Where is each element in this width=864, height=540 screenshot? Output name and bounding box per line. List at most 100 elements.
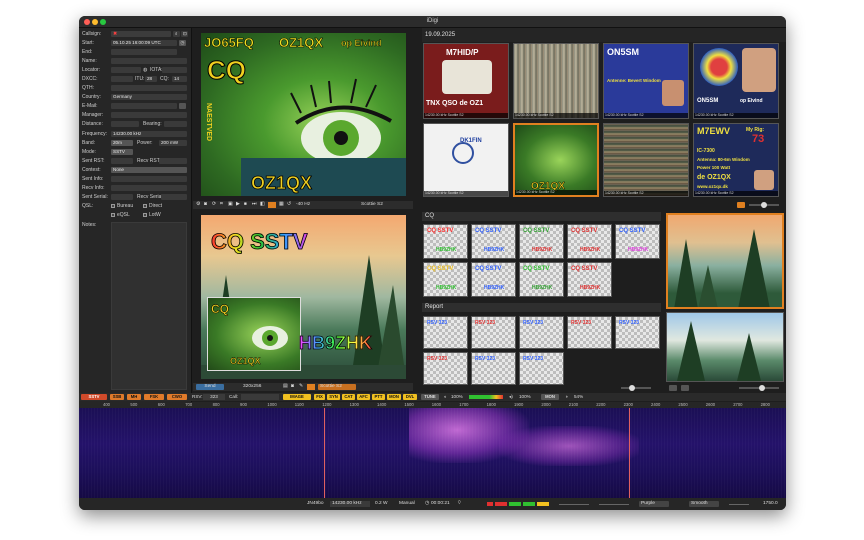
history-item-1[interactable]: M7HID/P TNX QSO de OZ1 14230.00 kHz Scot… xyxy=(423,43,509,119)
report-template-item[interactable]: RSV 323 xyxy=(567,316,612,349)
camera-icon[interactable]: ◙ xyxy=(204,201,207,209)
mode-sstv-button[interactable]: SSTV xyxy=(81,394,107,400)
tx-list-zoom-slider[interactable] xyxy=(739,385,779,391)
qsl-bureau-checkbox[interactable]: Bureau xyxy=(111,203,133,209)
contrast-slider[interactable] xyxy=(599,504,629,505)
auto-button[interactable] xyxy=(268,202,276,208)
history-item-7[interactable]: 14230.00 kHz Scottie S2 xyxy=(603,123,689,197)
tx-image-list-item-2[interactable] xyxy=(666,312,784,382)
recv-info-field[interactable] xyxy=(111,185,187,191)
slant-icon[interactable]: ◧ xyxy=(260,201,265,209)
report-template-item[interactable]: RSV 323 xyxy=(471,352,516,385)
mon-toggle-button[interactable]: MON xyxy=(387,394,401,400)
mon-button[interactable]: MON xyxy=(541,394,559,400)
settings-icon[interactable]: ⚙ xyxy=(196,201,200,209)
report-template-item[interactable]: RSV 323 xyxy=(615,316,660,349)
status-frequency[interactable]: 14230.00 kHz xyxy=(330,501,370,507)
history-item-6[interactable]: OZ1QX 14230.00 kHz Scottie S2 xyxy=(513,123,599,197)
rsv-field[interactable]: 323 xyxy=(203,394,225,400)
tx-camera-icon[interactable]: ◙ xyxy=(291,383,294,391)
email-field[interactable] xyxy=(111,103,177,109)
name-field[interactable] xyxy=(111,58,187,64)
itu-field[interactable]: 28 xyxy=(145,76,157,82)
send-button[interactable]: Send xyxy=(196,384,224,390)
cq-template-item[interactable]: CQ SSTV HB9ZHK xyxy=(567,262,612,297)
start-field[interactable]: 05.10.25 16:00:09 UTC xyxy=(111,40,177,46)
tx-image[interactable]: CQ SSTV CQ OZ1QX HB9ZHK xyxy=(201,215,406,379)
cq-template-item[interactable]: CQ SSTV HB9ZHK xyxy=(471,262,516,297)
cq-template-item[interactable]: CQ SSTV HB9ZHK xyxy=(471,224,516,259)
iota-field[interactable] xyxy=(162,67,187,73)
smooth-select[interactable]: Smooth xyxy=(689,501,719,507)
mode-cwo-button[interactable]: CWO xyxy=(167,394,187,400)
callsign-clear-icon[interactable]: ✖ xyxy=(113,31,117,37)
afc-button[interactable]: AFC xyxy=(357,394,370,400)
cq-template-item[interactable]: CQ SSTV HB9ZHK xyxy=(519,262,564,297)
reset-icon[interactable]: ↺ xyxy=(287,201,291,209)
cq-template-item[interactable]: CQ SSTV HB9ZHK xyxy=(567,224,612,259)
save-icon[interactable]: ▣ xyxy=(228,201,233,209)
gain-slider[interactable] xyxy=(559,504,589,505)
history-orange-toggle[interactable] xyxy=(737,202,745,208)
recv-serial-field[interactable] xyxy=(161,194,187,200)
frequency-field[interactable]: 14230.00 kHz xyxy=(111,131,187,137)
history-item-2[interactable]: 14230.00 kHz Scottie S2 xyxy=(513,43,599,119)
callsign-input[interactable] xyxy=(111,31,171,37)
mode-fsk-button[interactable]: FSK xyxy=(144,394,164,400)
skip-icon[interactable]: ⏭ xyxy=(252,201,256,209)
lookup-button[interactable]: ⊡ xyxy=(181,31,188,37)
sync-icon[interactable]: ⟳ xyxy=(212,201,216,209)
power-field[interactable]: 200 mW xyxy=(159,140,187,146)
mode-mh-button[interactable]: MH xyxy=(127,394,141,400)
palette-select[interactable]: Purple xyxy=(639,501,669,507)
email-icon[interactable] xyxy=(179,103,186,109)
sent-serial-field[interactable] xyxy=(111,194,133,200)
tx-list-video-icon[interactable] xyxy=(681,385,689,391)
cq-template-item[interactable]: CQ SSTV HB9ZHK xyxy=(519,224,564,259)
rx-image[interactable]: JO65FQ OZ1QX op Eivind CQ OZ1QX NAESTVED xyxy=(201,33,406,196)
tx-image-list-item-1[interactable] xyxy=(666,213,784,309)
play-icon[interactable]: ▶ xyxy=(236,201,240,209)
country-field[interactable]: Germany xyxy=(111,94,187,100)
ptt-button[interactable]: PTT xyxy=(372,394,385,400)
sent-info-field[interactable] xyxy=(111,176,187,182)
notes-textarea[interactable] xyxy=(111,222,187,390)
history-zoom-slider[interactable] xyxy=(749,202,779,208)
manager-field[interactable] xyxy=(111,112,187,118)
syn-button[interactable]: SYN xyxy=(327,394,340,400)
cq-template-item[interactable]: CQ SSTV HB9ZHK xyxy=(615,224,660,259)
image-button[interactable]: IMAGE xyxy=(283,394,311,400)
history-item-8[interactable]: M7EWV My Rig: 73 IC-7300 Antenna: 80-6m … xyxy=(693,123,779,197)
fix-button[interactable]: FIX xyxy=(314,394,325,400)
bearing-field[interactable] xyxy=(164,121,187,127)
report-template-item[interactable]: RSV 323 xyxy=(519,352,564,385)
tx-mode-select[interactable]: Scottie S2 xyxy=(318,384,356,390)
report-template-item[interactable]: RSV 323 xyxy=(423,316,468,349)
history-item-4[interactable]: ON5SM op Eivind 14230.00 kHz Scottie S2 xyxy=(693,43,779,119)
dvl-button[interactable]: DVL xyxy=(403,394,417,400)
tx-list-folder-icon[interactable] xyxy=(669,385,677,391)
mode-select[interactable]: SSTV xyxy=(111,149,133,155)
distance-field[interactable] xyxy=(111,121,139,127)
waterfall[interactable] xyxy=(79,408,786,498)
qsl-lotw-checkbox[interactable]: LotW xyxy=(143,212,161,218)
qth-field[interactable] xyxy=(111,85,187,91)
band-select[interactable]: 20m xyxy=(111,140,133,146)
qsl-direct-checkbox[interactable]: Direct xyxy=(143,203,162,209)
locator-field[interactable] xyxy=(111,67,141,73)
tune-button[interactable]: TUNE xyxy=(421,394,439,400)
dxcc-field[interactable] xyxy=(111,76,133,82)
cq-template-item[interactable]: CQ SSTV HB9ZHK xyxy=(423,224,468,259)
recv-rst-field[interactable] xyxy=(159,158,187,164)
stop-icon[interactable]: ■ xyxy=(244,201,247,209)
report-template-item[interactable]: RSV 323 xyxy=(519,316,564,349)
qsl-eqsl-checkbox[interactable]: eQSL xyxy=(111,212,130,218)
history-item-3[interactable]: ON5SM Antenne: Bevert Windom 14230.00 kH… xyxy=(603,43,689,119)
cq-zone-field[interactable]: 14 xyxy=(172,76,187,82)
tx-open-icon[interactable]: ▤ xyxy=(283,383,288,391)
sent-rst-field[interactable] xyxy=(111,158,133,164)
mode-ssb-button[interactable]: SSB xyxy=(110,394,124,400)
clock-icon[interactable]: ◷ xyxy=(179,40,186,46)
end-field[interactable] xyxy=(111,49,177,55)
crop-icon[interactable]: ⌗ xyxy=(220,201,223,209)
